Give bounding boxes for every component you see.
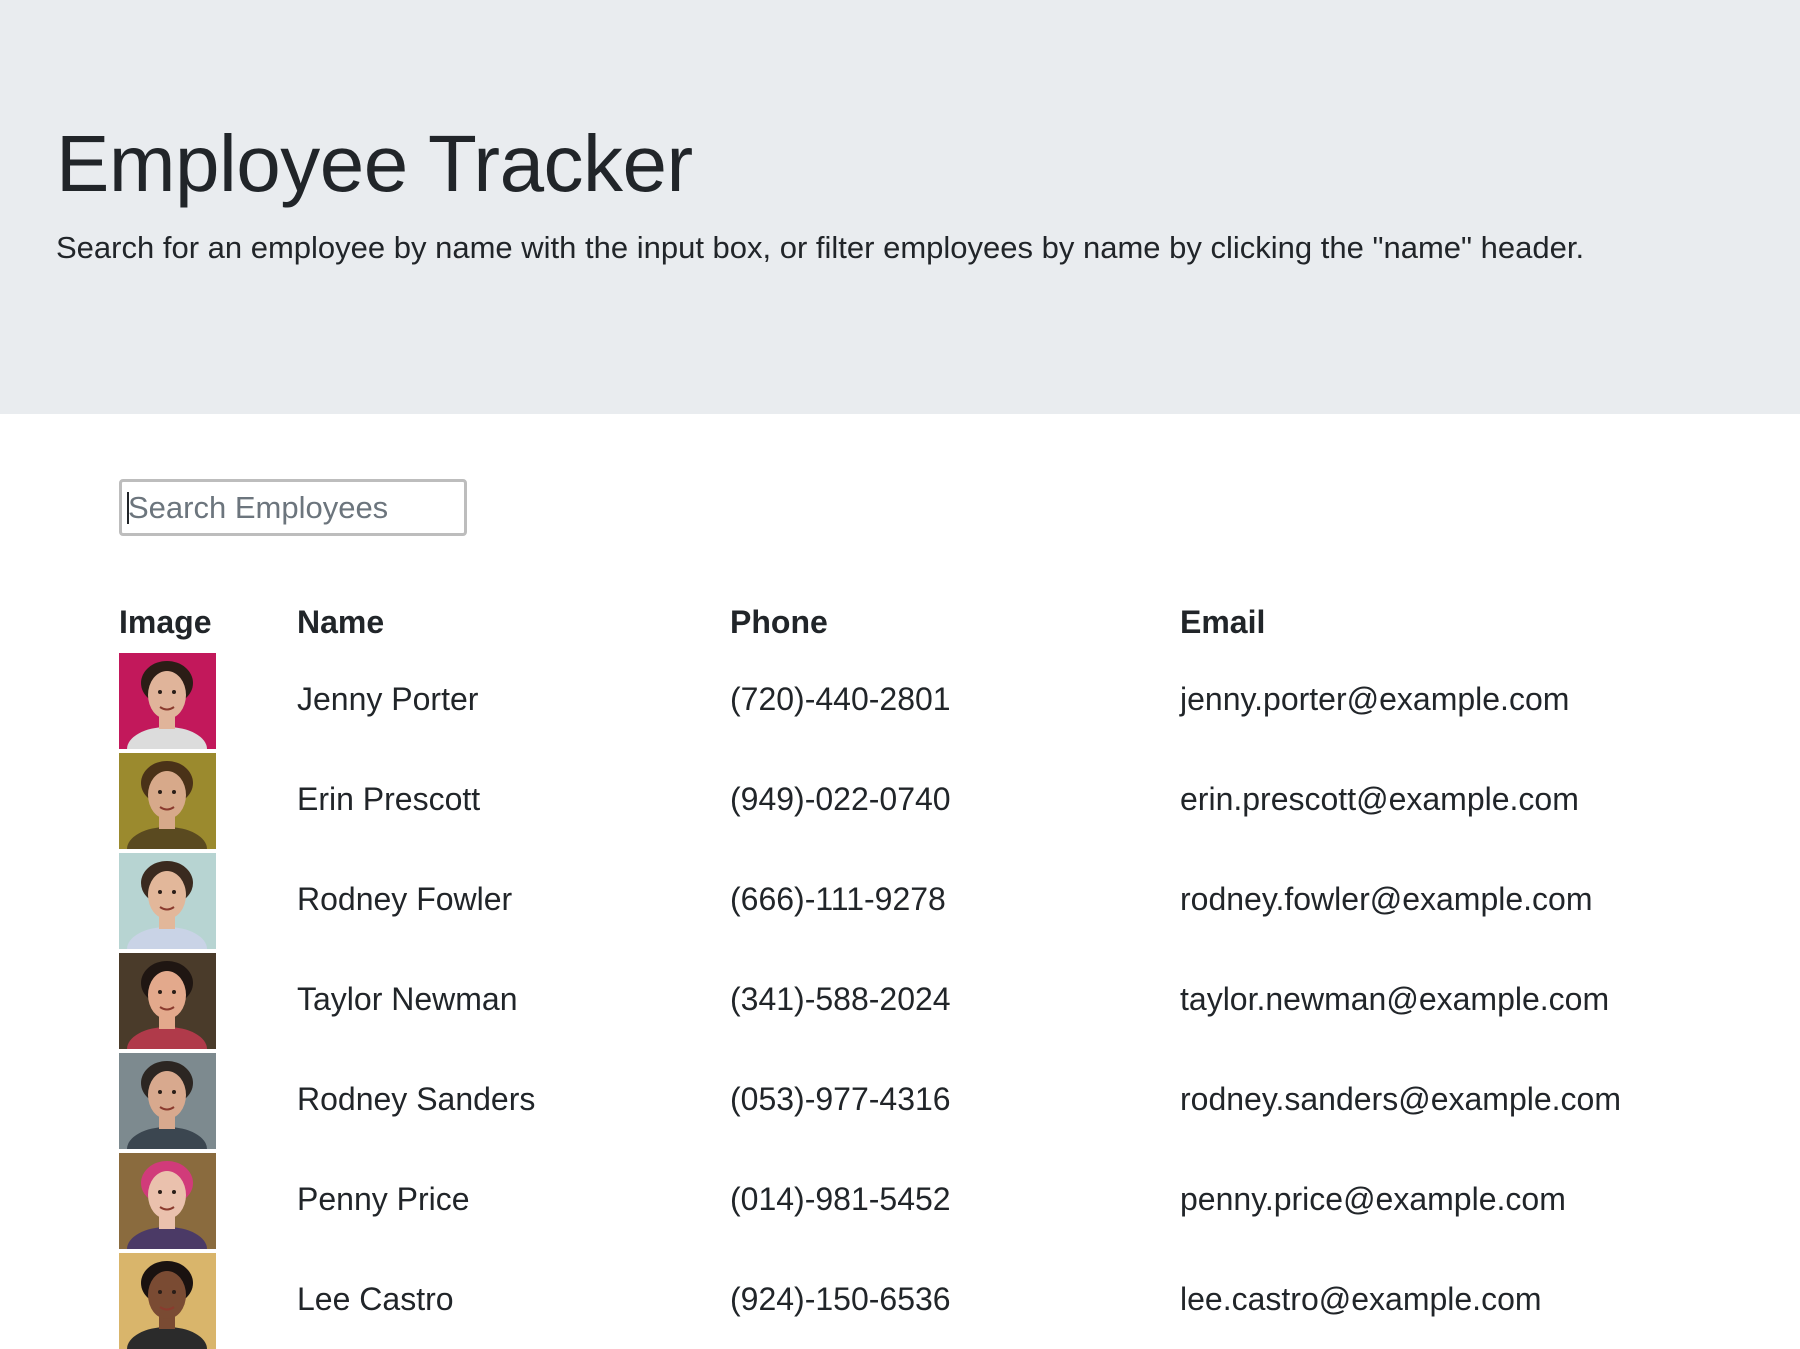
employee-photo	[119, 1053, 216, 1149]
table-row: Penny Price (014)-981-5452 penny.price@exa…	[119, 1153, 1679, 1249]
employee-email: jenny.porter@example.com	[1180, 681, 1570, 717]
employee-phone: (924)-150-6536	[730, 1281, 951, 1317]
employee-name: Taylor Newman	[297, 981, 518, 1017]
column-header-phone: Phone	[730, 604, 828, 640]
column-header-image: Image	[119, 604, 212, 640]
employee-email: rodney.sanders@example.com	[1180, 1081, 1621, 1117]
employee-photo	[119, 953, 216, 1049]
employee-email: rodney.fowler@example.com	[1180, 881, 1593, 917]
page-subtitle: Search for an employee by name with the …	[56, 230, 1585, 265]
table-row: Rodney Sanders (053)-977-4316 rodney.sande…	[119, 1053, 1679, 1149]
employee-name: Penny Price	[297, 1181, 470, 1217]
employee-email: lee.castro@example.com	[1180, 1281, 1542, 1317]
employee-phone: (341)-588-2024	[730, 981, 951, 1017]
employee-photo	[119, 753, 216, 849]
employee-photo	[119, 853, 216, 949]
employee-phone: (666)-111-9278	[730, 881, 946, 917]
employee-name: Lee Castro	[297, 1281, 454, 1317]
table-row: Taylor Newman (341)-588-2024 taylor.newman…	[119, 953, 1679, 1049]
employee-name: Jenny Porter	[297, 681, 479, 717]
table-row: Jenny Porter (720)-440-2801 jenny.porter@e…	[119, 653, 1679, 749]
column-header-email: Email	[1180, 604, 1266, 640]
table-row: Erin Prescott (949)-022-0740 erin.prescott…	[119, 753, 1679, 849]
employee-name: Rodney Sanders	[297, 1081, 536, 1117]
page-title: Employee Tracker	[56, 119, 693, 208]
employee-email: taylor.newman@example.com	[1180, 981, 1610, 1017]
employee-phone: (720)-440-2801	[730, 681, 951, 717]
header-banner: Employee Tracker Search for an employee …	[0, 0, 1800, 414]
employee-phone: (053)-977-4316	[730, 1081, 951, 1117]
employee-email: penny.price@example.com	[1180, 1181, 1566, 1217]
text-caret	[127, 492, 129, 524]
employee-photo	[119, 1153, 216, 1249]
table-row: Rodney Fowler (666)-111-9278 rodney.fowler…	[119, 853, 1679, 949]
employee-phone: (014)-981-5452	[730, 1181, 951, 1217]
employee-phone: (949)-022-0740	[730, 781, 951, 817]
table-row: Lee Castro (924)-150-6536 lee.castro@examp…	[119, 1253, 1679, 1349]
column-header-name[interactable]: Name	[297, 604, 384, 641]
employee-email: erin.prescott@example.com	[1180, 781, 1579, 817]
search-input[interactable]	[119, 479, 467, 536]
employee-photo	[119, 653, 216, 749]
employee-name: Rodney Fowler	[297, 881, 513, 917]
employee-name: Erin Prescott	[297, 781, 481, 817]
employee-photo	[119, 1253, 216, 1349]
